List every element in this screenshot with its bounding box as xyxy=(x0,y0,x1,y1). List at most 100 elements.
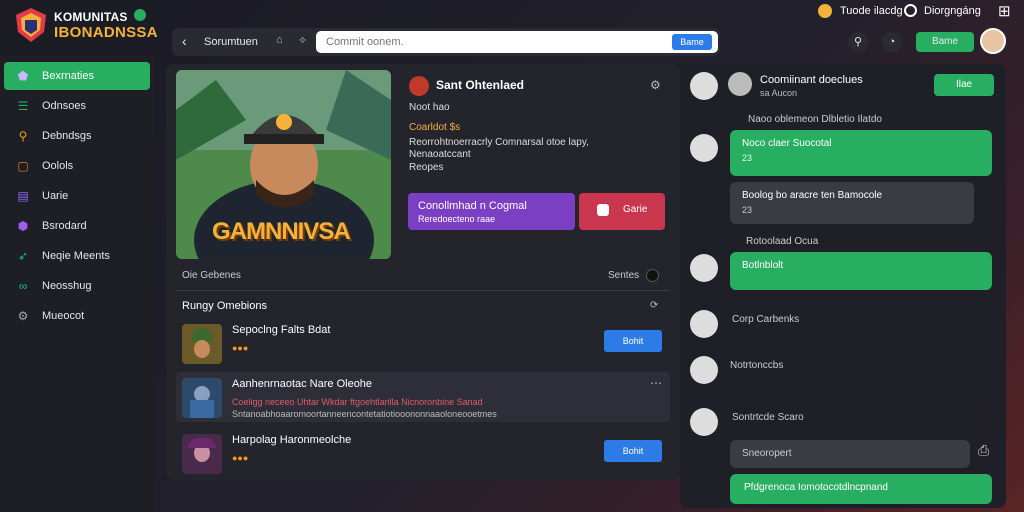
avatar[interactable] xyxy=(980,28,1006,54)
avatar[interactable] xyxy=(690,356,718,384)
avatar[interactable] xyxy=(690,408,718,436)
refresh-icon[interactable]: ⟳ xyxy=(650,300,658,311)
coin-icon xyxy=(818,4,832,18)
online-dot-icon xyxy=(134,9,146,21)
list-icon: ☰ xyxy=(17,99,29,113)
list-item-title: Harpolag Haronmeolche xyxy=(232,434,352,446)
more-icon[interactable]: ⋯ xyxy=(650,376,662,390)
brand-line1: KOMUNITAS xyxy=(54,10,128,24)
game-cover-image[interactable]: GAMNNIVSA xyxy=(176,70,391,259)
secondary-action-button[interactable]: Garie xyxy=(579,193,665,230)
chat-header-button[interactable]: Ilae xyxy=(934,74,994,96)
brand-line2: IBONADNSSA xyxy=(54,24,158,41)
chat-tag-2: Rotoolaad Ocua xyxy=(746,236,819,247)
cart-icon: ▤ xyxy=(17,189,29,203)
sparkle-icon[interactable]: ✧ xyxy=(298,34,307,47)
search-label: Sorumtuen xyxy=(204,36,258,48)
chat-header-sub: sa Aucon xyxy=(760,88,798,98)
search-bar: ‹ Sorumtuen ⌂ ✧ Bame xyxy=(172,28,720,56)
divider xyxy=(176,290,670,291)
sidebar-item-2[interactable]: ⚲ Debndsgs xyxy=(4,122,150,150)
info-icon[interactable] xyxy=(646,269,659,282)
game-title: Sant Ohtenlaed xyxy=(436,78,525,92)
chat-message[interactable]: Noco claer Suocotal 23 xyxy=(730,130,992,176)
settings-icon: ⚙ xyxy=(17,309,29,323)
chat-message[interactable]: Pfdgrenoca Iomotocotdlncpnand xyxy=(730,474,992,504)
list-item-title: Sepoclng Falts Bdat xyxy=(232,324,331,336)
list-item[interactable]: Sepoclng Falts Bdat ●●● Bohit xyxy=(176,318,670,368)
list-item[interactable]: Aanhenrnaotac Nare Oleohe Coeligg neceeo… xyxy=(176,372,670,422)
sidebar-item-8[interactable]: ⚙ Mueocot xyxy=(4,302,150,330)
sidebar-item-6[interactable]: ➶ Neqie Meents xyxy=(4,242,150,270)
game-meta-1: Noot hao xyxy=(409,102,450,113)
avatar[interactable] xyxy=(690,310,718,338)
game-meta-3: Reopes xyxy=(409,162,444,173)
game-badge-icon xyxy=(409,76,429,96)
chat-tag-3: Sontrtcde Scaro xyxy=(732,412,804,423)
chat-tag-1: Naoo oblemeon Dlbletio Ilatdo xyxy=(748,114,882,125)
avatar[interactable] xyxy=(690,134,718,162)
chat-input[interactable]: Sneoropert xyxy=(730,440,970,468)
game-desc-1: Reorrohtnoerracrly Comnarsal otoe lapy, xyxy=(409,137,589,148)
chat-message[interactable]: Boolog bo aracre ten Bamocole 23 xyxy=(730,182,974,224)
shield-icon: ⬢ xyxy=(17,219,29,233)
sidebar-item-7[interactable]: ∞ Neosshug xyxy=(4,272,150,300)
top-item-2[interactable]: Diorgngáng xyxy=(924,5,981,17)
history-icon[interactable]: ◔ xyxy=(882,32,902,52)
back-icon[interactable]: ‹ xyxy=(182,33,187,49)
box-icon: ▢ xyxy=(17,159,29,173)
main-panel: GAMNNIVSA Sant Ohtenlaed ⚙ Noot hao Coar… xyxy=(166,64,680,480)
recent-heading: Rungy Omebions xyxy=(182,300,267,312)
chat-line-2: Notrtonccbs xyxy=(730,360,784,371)
game-thumbnail xyxy=(182,324,222,364)
list-item-emojis: ●●● xyxy=(232,343,249,353)
avatar[interactable] xyxy=(690,254,718,282)
game-desc-2: Nenaoatccant xyxy=(409,149,471,160)
list-item-emojis: ●●● xyxy=(232,453,249,463)
puzzle-icon[interactable]: ⌂ xyxy=(276,34,283,46)
clock-icon xyxy=(904,4,917,17)
game-art-title: GAMNNIVSA xyxy=(212,218,351,245)
sidebar-item-3[interactable]: ▢ Oolols xyxy=(4,152,150,180)
sidebar-item-0[interactable]: ⬟ Bexrnaties xyxy=(4,62,150,90)
sidebar-item-4[interactable]: ▤ Uarie xyxy=(4,182,150,210)
search-button[interactable]: Bame xyxy=(672,34,712,50)
search-icon: ⚲ xyxy=(18,129,28,143)
header-actions: ⚲ ◔ Bame xyxy=(842,28,1014,56)
home-icon: ⬟ xyxy=(17,69,29,83)
header-action-button[interactable]: Bame xyxy=(916,32,974,52)
search-input[interactable] xyxy=(316,31,718,53)
list-item-button[interactable]: Bohit xyxy=(604,330,662,352)
top-status-bar: Tuode ilacdg Diorgngáng ⊞ xyxy=(784,0,1024,24)
chat-header-title: Coomiinant doeclues xyxy=(760,74,863,86)
sidebar: ⬟ Bexrnaties ☰ Odnsoes ⚲ Debndsgs ▢ Oolo… xyxy=(0,56,154,512)
grid-icon[interactable]: ⊞ xyxy=(998,2,1011,20)
game-thumbnail xyxy=(182,434,222,474)
game-meta-2: Coarldot $s xyxy=(409,122,461,133)
list-item-button[interactable]: Bohit xyxy=(604,440,662,462)
game-thumbnail xyxy=(182,378,222,418)
list-item-line2: Sntanoabhoaaromoortanneencontetatiotiooo… xyxy=(232,409,497,419)
avatar[interactable] xyxy=(728,72,752,96)
sidebar-item-1[interactable]: ☰ Odnsoes xyxy=(4,92,150,120)
chat-line-1: Corp Carbenks xyxy=(732,314,800,325)
list-item-title: Aanhenrnaotac Nare Oleohe xyxy=(232,378,373,390)
brand-logo[interactable]: KOMUNITAS IBONADNSSA xyxy=(8,4,158,48)
chat-message[interactable]: Botlnblolt xyxy=(730,252,992,290)
avatar[interactable] xyxy=(690,72,718,100)
top-item-1[interactable]: Tuode ilacdg xyxy=(840,5,903,17)
section-left-label: Oie Gebenes xyxy=(182,270,241,281)
search-icon[interactable]: ⚲ xyxy=(848,32,868,52)
link-icon: ∞ xyxy=(18,279,28,293)
section-right-label[interactable]: Sentes xyxy=(608,270,639,281)
attach-icon[interactable]: ⎙ xyxy=(978,442,989,459)
sidebar-item-5[interactable]: ⬢ Bsrodard xyxy=(4,212,150,240)
settings-icon[interactable]: ⚙ xyxy=(650,78,661,92)
list-item[interactable]: Harpolag Haronmeolche ●●● Bohit xyxy=(176,428,670,478)
shield-logo-icon xyxy=(16,8,46,42)
primary-action-button[interactable]: Conollmhad n Cogmal Reredoecteno raae xyxy=(408,193,575,230)
list-item-line1: Coeligg neceeo Uhtar Wkdar ftgoehtlarill… xyxy=(232,397,483,407)
chat-panel: Coomiinant doeclues sa Aucon Ilae Naoo o… xyxy=(680,64,1006,508)
chat-icon xyxy=(597,204,609,216)
rocket-icon: ➶ xyxy=(17,249,29,263)
